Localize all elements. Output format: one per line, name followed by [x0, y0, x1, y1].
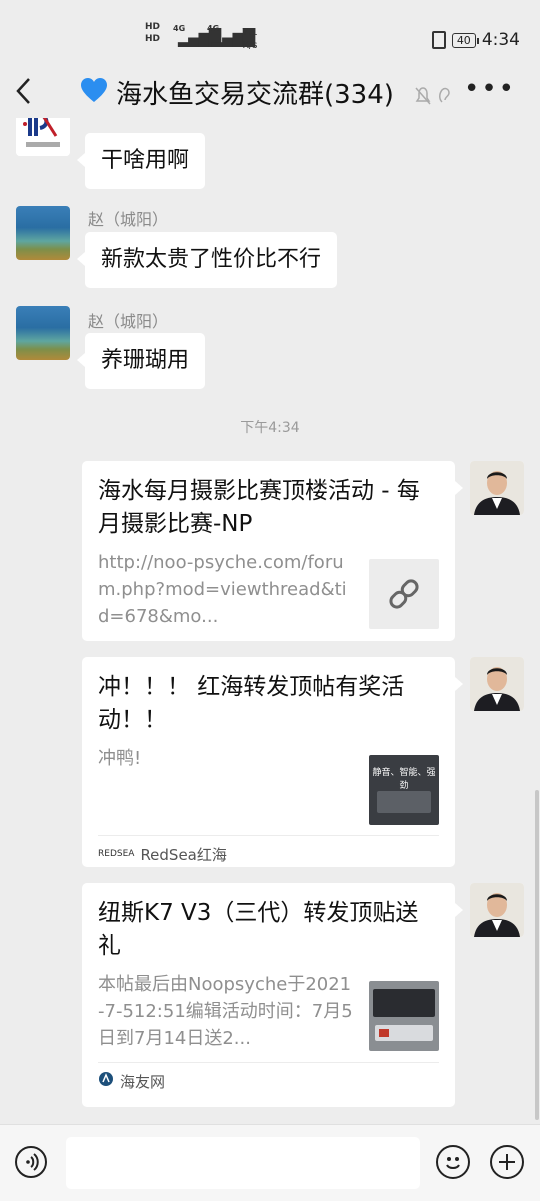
avatar[interactable] — [16, 306, 70, 360]
mute-icon — [414, 86, 454, 110]
battery-icon: 40 — [451, 32, 479, 48]
voice-icon[interactable] — [15, 1146, 47, 1178]
product-thumbnail: 静音、智能、强劲 — [369, 755, 439, 825]
card-description: 冲鸭! — [98, 748, 142, 769]
timestamp: 下午4:34 — [240, 420, 300, 436]
card-body: 本帖最后由Noopsyche于2021-7-512:51编辑活动时间：7月5日到… — [98, 971, 439, 1052]
card-source: 海友网 — [98, 1062, 439, 1099]
hd-indicator: HD HD — [145, 22, 161, 44]
input-bar — [0, 1124, 540, 1201]
haiyou-logo-icon — [98, 1071, 114, 1091]
plus-icon[interactable] — [490, 1145, 524, 1179]
card-title: 纽斯K7 V3（三代）转发顶贴送礼 — [98, 900, 419, 959]
link-card[interactable]: 纽斯K7 V3（三代）转发顶贴送礼 本帖最后由Noopsyche于2021-7-… — [82, 883, 463, 1107]
avatar[interactable] — [16, 118, 70, 156]
avatar[interactable] — [16, 206, 70, 260]
source-name: 海友网 — [120, 1072, 166, 1091]
source-name: RedSea红海 — [140, 845, 227, 864]
card-body: http://noo-psyche.com/forum.php?mod=view… — [98, 549, 439, 630]
avatar[interactable] — [470, 657, 524, 711]
link-card[interactable]: 海水每月摄影比赛顶楼活动 - 每月摄影比赛-NP http://noo-psyc… — [82, 461, 463, 641]
avatar[interactable] — [470, 461, 524, 515]
more-icon[interactable]: ••• — [464, 74, 516, 104]
status-right: 40 4:34 — [431, 30, 520, 50]
card-source: REDSEA RedSea红海 — [98, 835, 439, 872]
sender-name: 赵（城阳） — [88, 312, 169, 331]
message-bubble[interactable]: 养珊瑚用 — [76, 333, 206, 389]
scrollbar[interactable] — [535, 790, 539, 1120]
message-bubble[interactable]: 新款太贵了性价比不行 — [76, 232, 338, 288]
chat-header: 海水鱼交易交流群(334) ••• — [0, 72, 540, 118]
status-bar: HD HD 4G ▂▄▆█ 4G ▂▄▆█ 7.1 K/s 40 4:34 — [0, 0, 540, 72]
product-thumbnail — [369, 981, 439, 1051]
link-card[interactable]: 冲！！！ 红海转发顶帖有奖活动！！ 冲鸭! 静音、智能、强劲 REDSEA Re… — [82, 657, 463, 867]
message-input[interactable] — [66, 1137, 420, 1189]
sender-name: 赵（城阳） — [88, 210, 169, 229]
card-body: 冲鸭! 静音、智能、强劲 — [98, 745, 439, 825]
chat-title-text: 海水鱼交易交流群(334) — [116, 80, 394, 110]
emoji-icon[interactable] — [436, 1145, 470, 1179]
chevron-left-icon[interactable] — [14, 76, 44, 112]
vibrate-icon — [431, 31, 446, 49]
card-description: 本帖最后由Noopsyche于2021-7-512:51编辑活动时间：7月5日到… — [98, 974, 353, 1049]
avatar[interactable] — [470, 883, 524, 937]
card-title: 冲！！！ 红海转发顶帖有奖活动！！ — [98, 674, 405, 733]
card-title: 海水每月摄影比赛顶楼活动 - 每月摄影比赛-NP — [98, 478, 420, 537]
message-list: 干啥用啊 赵（城阳） 新款太贵了性价比不行 赵（城阳） 养珊瑚用 下午4:34 … — [0, 118, 540, 1124]
network-speed: 7.1 K/s — [242, 27, 258, 51]
link-icon — [369, 559, 439, 629]
message-bubble[interactable]: 干啥用啊 — [76, 133, 206, 189]
thumbnail-caption: 静音、智能、强劲 — [372, 768, 436, 791]
chat-title: 海水鱼交易交流群(334) — [80, 76, 394, 114]
card-description: http://noo-psyche.com/forum.php?mod=view… — [98, 552, 347, 627]
clock: 4:34 — [481, 30, 520, 50]
blue-heart-icon — [80, 76, 108, 114]
redsea-logo-icon: REDSEA — [98, 849, 135, 859]
